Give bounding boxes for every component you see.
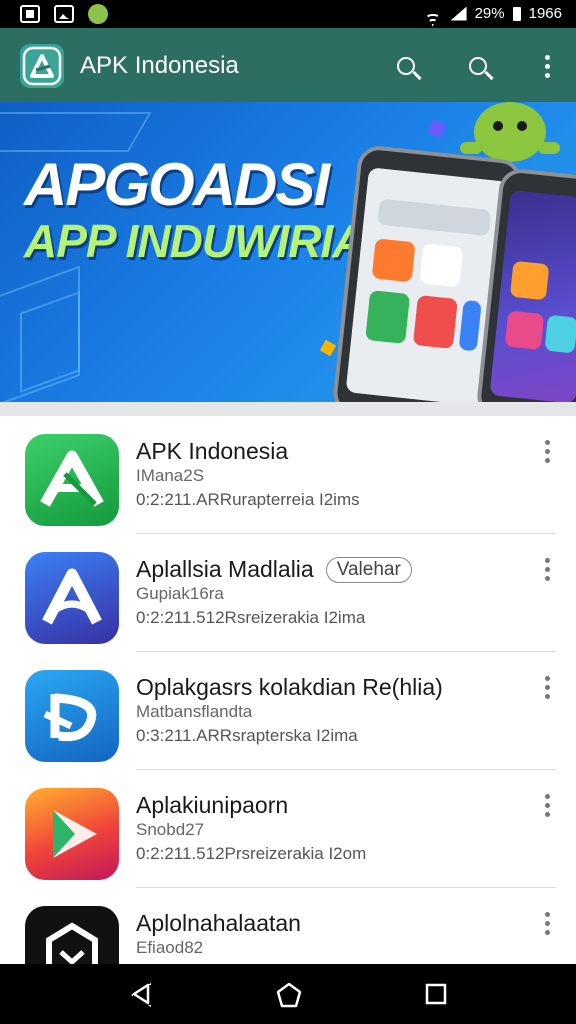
document-icon [20,5,40,23]
app-subtitle: Matbansflandta [136,702,253,721]
app-subtitle: Efiaod82 [136,938,204,957]
app-name: Aplolnahalaatan [136,910,301,936]
list-item[interactable]: Aplallsia Madlalia Valehar Gupiak16ra 0:2… [0,534,576,652]
more-vert-icon[interactable] [540,440,554,466]
app-subtitle: Gupiak16ra [136,584,224,603]
navigation-bar [0,964,576,1024]
gallery-icon [54,5,74,23]
app-meta: 0:2:211.ARRurapterreia I2ims [136,490,360,509]
notification-icons [20,4,108,24]
app-name-text: Aplallsia Madlalia [136,556,314,582]
app-name: Aplallsia Madlalia Valehar [136,556,412,583]
wifi-icon [423,7,443,21]
search-button[interactable] [390,50,422,82]
more-vert-icon[interactable] [540,558,554,584]
app-title: APK Indonesia [80,52,239,79]
section-divider [0,402,576,416]
signal-icon [450,6,467,21]
more-vert-icon[interactable] [540,794,554,820]
banner-subheadline: APP INDUWIRIA [24,215,366,267]
status-badge: Valehar [325,557,412,583]
app-meta: 0:3:211.ARRsrapterska I2ima [136,726,358,745]
overflow-menu-button[interactable] [531,50,563,82]
clock: 1966 [528,5,562,22]
battery-percent: 29% [474,5,505,22]
app-meta: 0:2:211.512Prsreizerakia I2om [136,844,367,863]
green-triangle-logo-icon [25,434,119,526]
recents-icon [425,983,447,1005]
back-button[interactable] [125,978,157,1010]
system-indicators: 29% 1966 [423,5,562,22]
gradient-play-logo-icon [25,788,119,880]
search-icon [397,57,415,75]
list-item[interactable]: APK Indonesia IMana2S 0:2:211.ARRurapter… [0,416,576,534]
back-icon [132,983,150,1005]
app-logo-icon [20,44,64,88]
battery-icon [512,6,521,21]
android-icon [88,4,108,24]
banner-headline: APGOADSI [24,151,330,218]
search-button-secondary[interactable] [462,50,494,82]
cyan-swirl-logo-icon [25,670,119,762]
recents-button[interactable] [420,978,452,1010]
app-meta: 0:2:211.512Rsreizerakia I2ima [136,608,366,627]
status-bar: 29% 1966 [0,0,576,28]
search-icon [469,57,487,75]
app-subtitle: Snobd27 [136,820,205,839]
blue-a-logo-icon [25,552,119,644]
app-subtitle: IMana2S [136,466,205,485]
app-bar: APK Indonesia [0,28,576,102]
home-icon [276,982,302,1008]
home-button[interactable] [272,978,304,1010]
app-name: Oplakgasrs kolakdian Re(hlia) [136,674,443,700]
more-vert-icon[interactable] [540,676,554,702]
more-vert-icon[interactable] [540,912,554,938]
banner-deco [319,339,337,357]
more-vert-icon [544,54,550,78]
banner-deco [0,112,152,152]
app-name: APK Indonesia [136,438,289,464]
list-item[interactable]: Aplakiunipaorn Snobd27 0:2:211.512Prsrei… [0,770,576,888]
list-item[interactable]: Oplakgasrs kolakdian Re(hlia) Matbansfla… [0,652,576,770]
app-name: Aplakiunipaorn [136,792,289,818]
promo-banner[interactable]: APGOADSI APP INDUWIRIA [0,102,576,402]
